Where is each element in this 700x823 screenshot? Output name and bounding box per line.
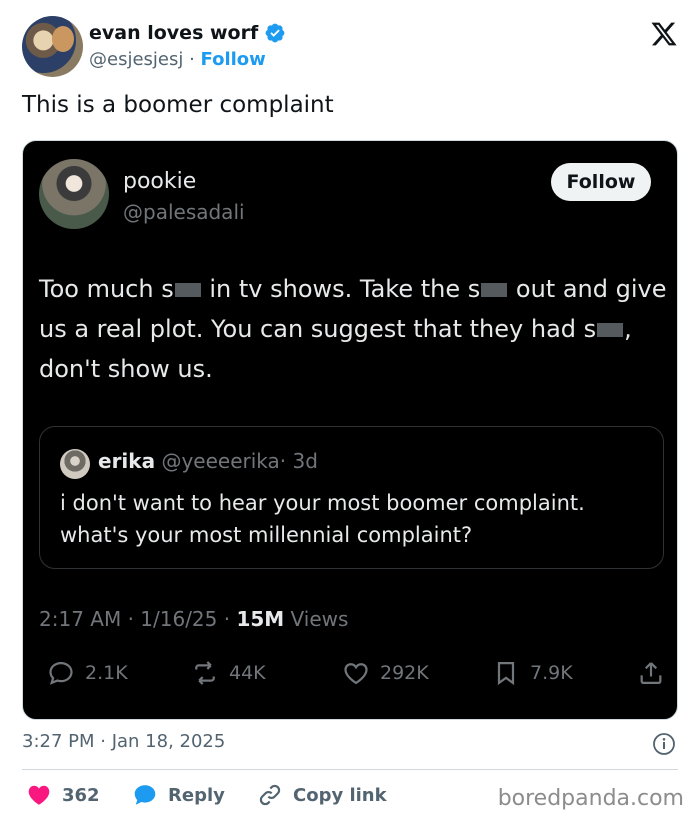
censor-bar: [597, 323, 624, 337]
like-count: 292K: [380, 662, 429, 684]
embedded-actions: 2.1K 44K 292K 7.9K: [37, 659, 667, 693]
embedded-body: Too much s in tv shows. Take the s out a…: [39, 269, 669, 389]
footer-like-button[interactable]: 362: [26, 782, 100, 808]
body-part: Too much s: [39, 275, 174, 303]
reply-count: 2.1K: [85, 662, 128, 684]
body-part: in tv shows. Take the s: [201, 275, 481, 303]
embedded-handle[interactable]: @palesadali: [123, 200, 245, 224]
footer-reply-button[interactable]: Reply: [132, 782, 225, 808]
quoted-age: · 3d: [279, 449, 318, 473]
tweet-header: evan loves worf @esjesjesj · Follow: [22, 16, 682, 78]
embedded-follow-button[interactable]: Follow: [551, 163, 651, 201]
author-handle-row: @esjesjesj · Follow: [89, 49, 266, 70]
heart-icon: [344, 663, 368, 685]
footer-reply-label: Reply: [168, 784, 225, 806]
reply-icon: [49, 661, 73, 685]
footer-copy-link-button[interactable]: Copy link: [257, 782, 387, 808]
quoted-header: erika @yeeeerika· 3d: [98, 449, 318, 473]
share-icon: [640, 662, 662, 685]
embedded-tweet[interactable]: pookie @palesadali Follow Too much s in …: [22, 140, 678, 720]
bookmark-action[interactable]: 7.9K: [492, 659, 573, 687]
censor-bar: [481, 283, 508, 297]
quoted-text: i don't want to hear your most boomer co…: [60, 491, 585, 547]
bookmark-count: 7.9K: [530, 662, 573, 684]
embedded-avatar[interactable]: [39, 159, 109, 229]
x-logo-icon[interactable]: [650, 20, 678, 48]
heart-icon: [28, 785, 50, 805]
tweet-text: This is a boomer complaint: [22, 92, 334, 118]
author-name-row: evan loves worf: [89, 22, 286, 44]
embedded-name[interactable]: pookie: [123, 169, 196, 194]
bookmark-icon: [497, 661, 515, 686]
footer-copy-link-label: Copy link: [293, 784, 387, 806]
like-action[interactable]: 292K: [342, 659, 429, 687]
share-action[interactable]: [637, 659, 665, 687]
author-avatar[interactable]: [22, 16, 83, 77]
tweet-timestamp[interactable]: 3:27 PM · Jan 18, 2025: [22, 731, 225, 752]
info-icon[interactable]: [652, 732, 676, 756]
repost-count: 44K: [229, 662, 266, 684]
link-icon: [259, 784, 281, 806]
quoted-handle: @yeeeerika: [161, 449, 280, 473]
footer-divider: [22, 769, 678, 770]
quoted-name: erika: [98, 449, 156, 473]
views-count: 15M: [236, 607, 285, 631]
views-label: Views: [284, 607, 349, 631]
quoted-tweet[interactable]: erika @yeeeerika· 3d i don't want to hea…: [39, 426, 664, 569]
embedded-timestamp: 2:17 AM · 1/16/25 · 15M Views: [39, 607, 348, 631]
handle-separator: ·: [183, 49, 201, 70]
censor-bar: [174, 283, 201, 297]
author-display-name[interactable]: evan loves worf: [89, 22, 258, 44]
reply-action[interactable]: 2.1K: [47, 659, 128, 687]
verified-badge-icon: [265, 23, 285, 43]
reply-icon: [134, 785, 156, 805]
repost-icon: [195, 661, 215, 685]
follow-link[interactable]: Follow: [201, 49, 266, 70]
footer-like-count: 362: [62, 784, 100, 806]
embedded-time[interactable]: 2:17 AM · 1/16/25 ·: [39, 607, 236, 631]
repost-action[interactable]: 44K: [191, 659, 266, 687]
watermark: boredpanda.com: [497, 786, 684, 811]
author-handle[interactable]: @esjesjesj: [89, 49, 183, 70]
quoted-avatar: [60, 449, 90, 479]
